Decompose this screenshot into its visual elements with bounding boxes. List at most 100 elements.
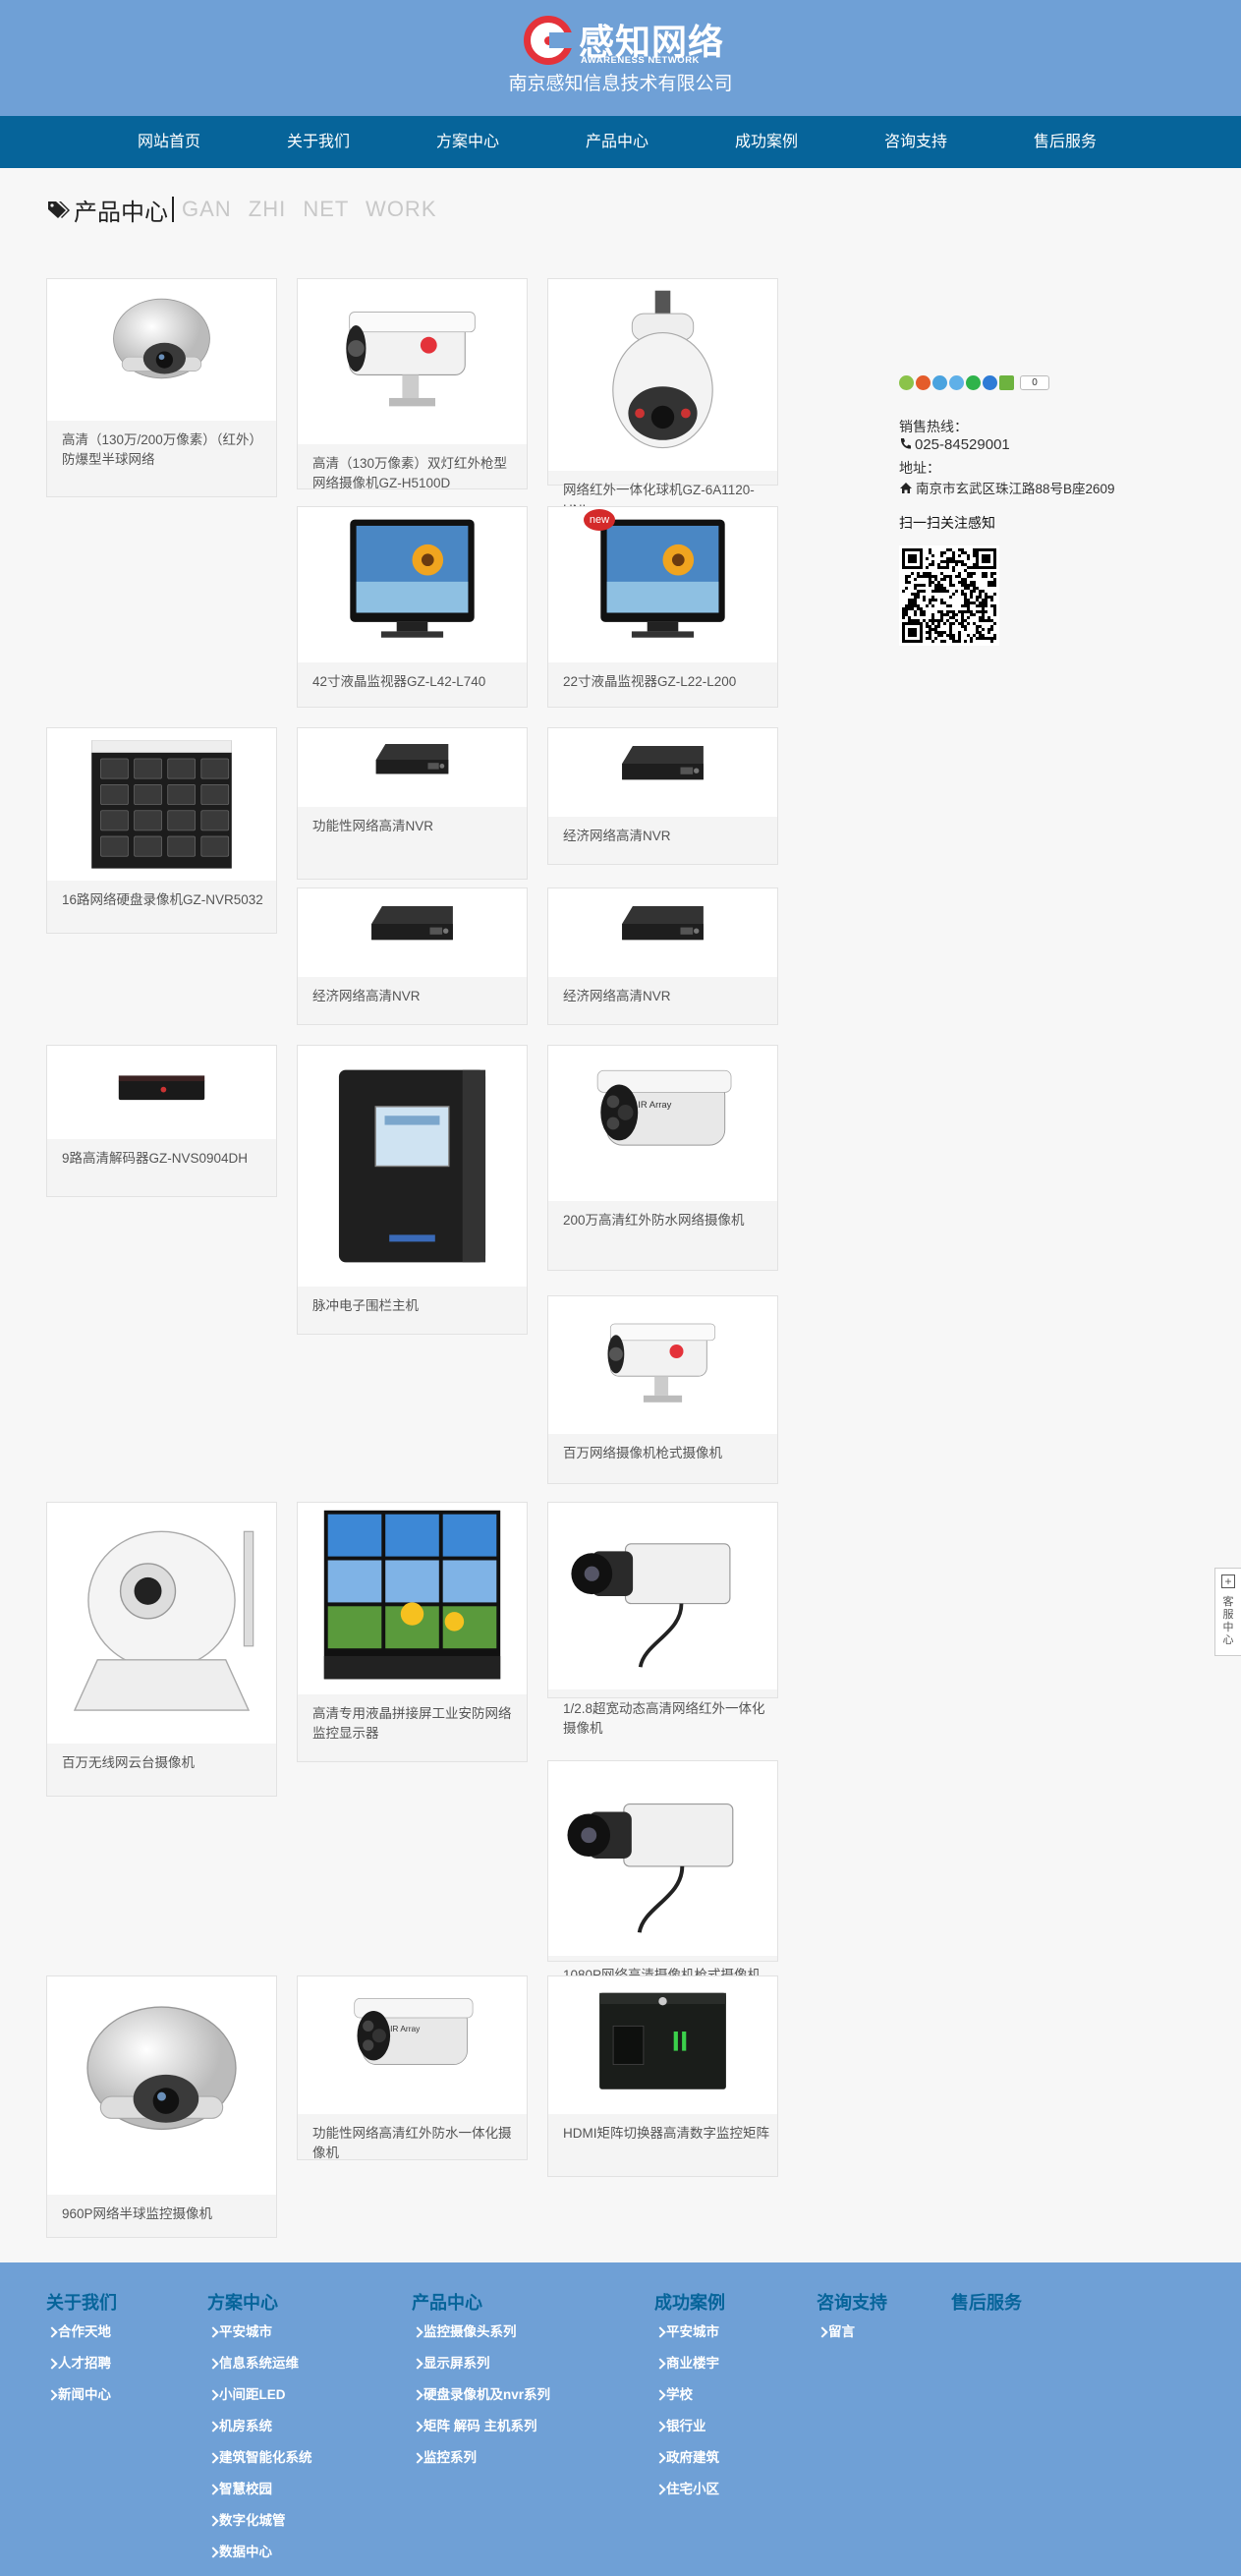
product-card[interactable]: IR Array 功能性网络高清红外防水一体化摄像机	[297, 1975, 528, 2160]
footer-link[interactable]: 平安城市	[654, 2320, 725, 2344]
product-caption[interactable]: 22寸液晶监视器GZ-L22-L200	[563, 672, 769, 692]
nav-item-service[interactable]: 售后服务	[991, 116, 1139, 168]
product-image[interactable]	[298, 507, 527, 662]
footer-link[interactable]: 学校	[654, 2383, 725, 2407]
footer-link[interactable]: 小间距LED	[207, 2383, 312, 2407]
product-image[interactable]	[548, 1503, 777, 1689]
footer-link[interactable]: 留言	[817, 2320, 887, 2344]
footer-link[interactable]: 平安城市	[207, 2320, 312, 2344]
product-card[interactable]: 1080P网络高清摄像机枪式摄像机	[547, 1760, 778, 1982]
share-wechat-icon[interactable]	[966, 375, 981, 390]
product-caption[interactable]: 高清（130万像素）双灯红外枪型网络摄像机GZ-H5100D	[312, 454, 519, 493]
product-image[interactable]	[298, 1503, 527, 1694]
product-caption[interactable]: 经济网络高清NVR	[563, 827, 769, 846]
product-card[interactable]: 百万网络摄像机枪式摄像机	[547, 1295, 778, 1484]
footer-link[interactable]: 数据中心	[207, 2541, 312, 2564]
share-qzone-icon[interactable]	[899, 375, 914, 390]
product-card[interactable]: 高清（130万像素）双灯红外枪型网络摄像机GZ-H5100D	[297, 278, 528, 490]
product-image[interactable]	[47, 1503, 276, 1744]
footer-column-title[interactable]: 关于我们	[46, 2289, 117, 2313]
product-caption[interactable]: 16路网络硬盘录像机GZ-NVR5032	[62, 890, 268, 910]
product-card[interactable]: 1/2.8超宽动态高清网络红外一体化摄像机	[547, 1502, 778, 1736]
product-caption[interactable]: 百万网络摄像机枪式摄像机	[563, 1444, 769, 1463]
footer-column-title[interactable]: 成功案例	[654, 2289, 725, 2313]
nav-item-about[interactable]: 关于我们	[245, 116, 392, 168]
product-caption[interactable]: 经济网络高清NVR	[563, 987, 769, 1006]
footer-link[interactable]: 新闻中心	[46, 2383, 117, 2407]
product-card[interactable]: HDMI矩阵切换器高清数字监控矩阵	[547, 1975, 778, 2177]
product-card[interactable]: 高清（130万/200万像素）（红外）防爆型半球网络	[46, 278, 277, 497]
product-card[interactable]: IR Array 200万高清红外防水网络摄像机	[547, 1045, 778, 1271]
product-caption[interactable]: 960P网络半球监控摄像机	[62, 2204, 268, 2224]
footer-link[interactable]: 显示屏系列	[412, 2352, 550, 2376]
product-image[interactable]	[548, 1761, 777, 1956]
product-card[interactable]: 42寸液晶监视器GZ-L42-L740	[297, 506, 528, 708]
product-image[interactable]	[47, 279, 276, 421]
footer-column-title[interactable]: 方案中心	[207, 2289, 312, 2313]
footer-column-title[interactable]: 产品中心	[412, 2289, 550, 2313]
product-caption[interactable]: 42寸液晶监视器GZ-L42-L740	[312, 672, 519, 692]
product-image[interactable]	[47, 728, 276, 881]
footer-link[interactable]: 银行业	[654, 2415, 725, 2438]
product-card[interactable]: 经济网络高清NVR	[547, 887, 778, 1025]
footer-link[interactable]: 智慧校园	[207, 2478, 312, 2501]
nav-item-home[interactable]: 网站首页	[95, 116, 243, 168]
product-image[interactable]	[47, 1976, 276, 2195]
product-card[interactable]: 网络红外一体化球机GZ-6A1120-HNI	[547, 278, 778, 517]
product-card[interactable]: 960P网络半球监控摄像机	[46, 1975, 277, 2238]
footer-link[interactable]: 机房系统	[207, 2415, 312, 2438]
product-caption[interactable]: HDMI矩阵切换器高清数字监控矩阵	[563, 2124, 769, 2144]
product-image[interactable]: IR Array	[548, 1046, 777, 1201]
product-image[interactable]	[47, 1046, 276, 1139]
nav-item-solutions[interactable]: 方案中心	[394, 116, 541, 168]
footer-link[interactable]: 数字化城管	[207, 2509, 312, 2533]
product-card[interactable]: 百万无线网云台摄像机	[46, 1502, 277, 1797]
product-card[interactable]: 经济网络高清NVR	[547, 727, 778, 865]
product-caption[interactable]: 功能性网络高清NVR	[312, 817, 519, 836]
share-weibo-icon[interactable]	[916, 375, 931, 390]
product-image[interactable]	[298, 1046, 527, 1287]
product-caption[interactable]: 经济网络高清NVR	[312, 987, 519, 1006]
share-qq-icon[interactable]	[983, 375, 997, 390]
nav-item-cases[interactable]: 成功案例	[693, 116, 840, 168]
product-caption[interactable]: 9路高清解码器GZ-NVS0904DH	[62, 1149, 268, 1169]
site-logo[interactable]: 感知网络 AWARENESS NETWORK	[524, 14, 730, 69]
product-image[interactable]	[548, 279, 777, 471]
product-card[interactable]: new 22寸液晶监视器GZ-L22-L200	[547, 506, 778, 708]
product-card[interactable]: 脉冲电子围栏主机	[297, 1045, 528, 1335]
share-tqq-icon[interactable]	[932, 375, 947, 390]
customer-service-tab[interactable]: + 客服中心	[1214, 1568, 1241, 1656]
product-card[interactable]: 经济网络高清NVR	[297, 887, 528, 1025]
product-caption[interactable]: 高清（130万/200万像素）（红外）防爆型半球网络	[62, 430, 268, 470]
footer-link[interactable]: 矩阵 解码 主机系列	[412, 2415, 550, 2438]
nav-item-support[interactable]: 咨询支持	[842, 116, 989, 168]
footer-link[interactable]: 政府建筑	[654, 2446, 725, 2470]
footer-link[interactable]: 合作天地	[46, 2320, 117, 2344]
product-caption[interactable]: 高清专用液晶拼接屏工业安防网络监控显示器	[312, 1704, 519, 1744]
product-image[interactable]	[548, 888, 777, 977]
product-caption[interactable]: 功能性网络高清红外防水一体化摄像机	[312, 2124, 519, 2163]
product-image[interactable]	[548, 1296, 777, 1434]
product-image[interactable]	[548, 728, 777, 817]
share-renren-icon[interactable]	[949, 375, 964, 390]
footer-link[interactable]: 监控系列	[412, 2446, 550, 2470]
product-card[interactable]: 16路网络硬盘录像机GZ-NVR5032	[46, 727, 277, 934]
nav-item-products[interactable]: 产品中心	[543, 116, 691, 168]
footer-column-title[interactable]: 售后服务	[951, 2289, 1022, 2313]
footer-column-title[interactable]: 咨询支持	[817, 2289, 887, 2313]
product-card[interactable]: 9路高清解码器GZ-NVS0904DH	[46, 1045, 277, 1197]
product-card[interactable]: 高清专用液晶拼接屏工业安防网络监控显示器	[297, 1502, 528, 1762]
share-more-icon[interactable]	[999, 375, 1014, 390]
footer-link[interactable]: 住宅小区	[654, 2478, 725, 2501]
product-image[interactable]: IR Array	[298, 1976, 527, 2114]
footer-link[interactable]: 硬盘录像机及nvr系列	[412, 2383, 550, 2407]
product-caption[interactable]: 百万无线网云台摄像机	[62, 1753, 268, 1773]
product-image[interactable]	[298, 888, 527, 977]
footer-link[interactable]: 人才招聘	[46, 2352, 117, 2376]
footer-link[interactable]: 监控摄像头系列	[412, 2320, 550, 2344]
product-caption[interactable]: 脉冲电子围栏主机	[312, 1296, 519, 1316]
product-image[interactable]: new	[548, 507, 777, 662]
product-image[interactable]	[298, 279, 527, 444]
product-card[interactable]: 功能性网络高清NVR	[297, 727, 528, 880]
product-image[interactable]	[298, 728, 527, 807]
